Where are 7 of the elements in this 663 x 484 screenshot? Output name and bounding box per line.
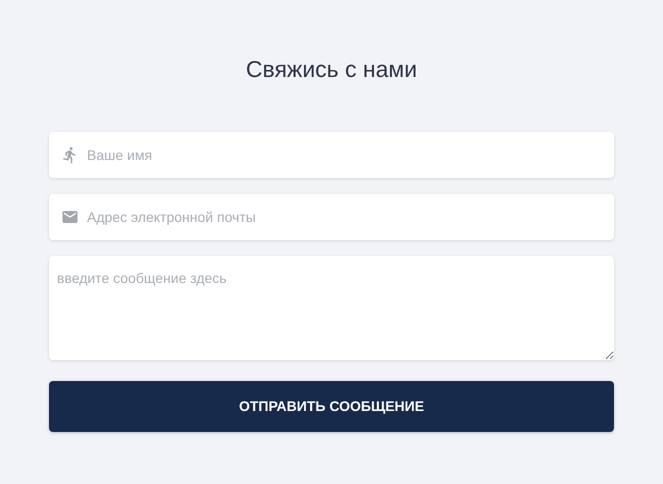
name-input[interactable]: Ваше имя xyxy=(87,144,602,164)
name-field[interactable]: Ваше имя xyxy=(49,132,614,178)
email-field[interactable]: Адрес электронной почты xyxy=(49,194,614,240)
submit-button[interactable]: ОТПРАВИТЬ СООБЩЕНИЕ xyxy=(49,380,614,432)
email-input[interactable]: Адрес электронной почты xyxy=(87,206,602,226)
message-field[interactable]: введите сообщение здесь xyxy=(49,256,614,360)
form-title: Свяжись с нами xyxy=(246,55,418,84)
